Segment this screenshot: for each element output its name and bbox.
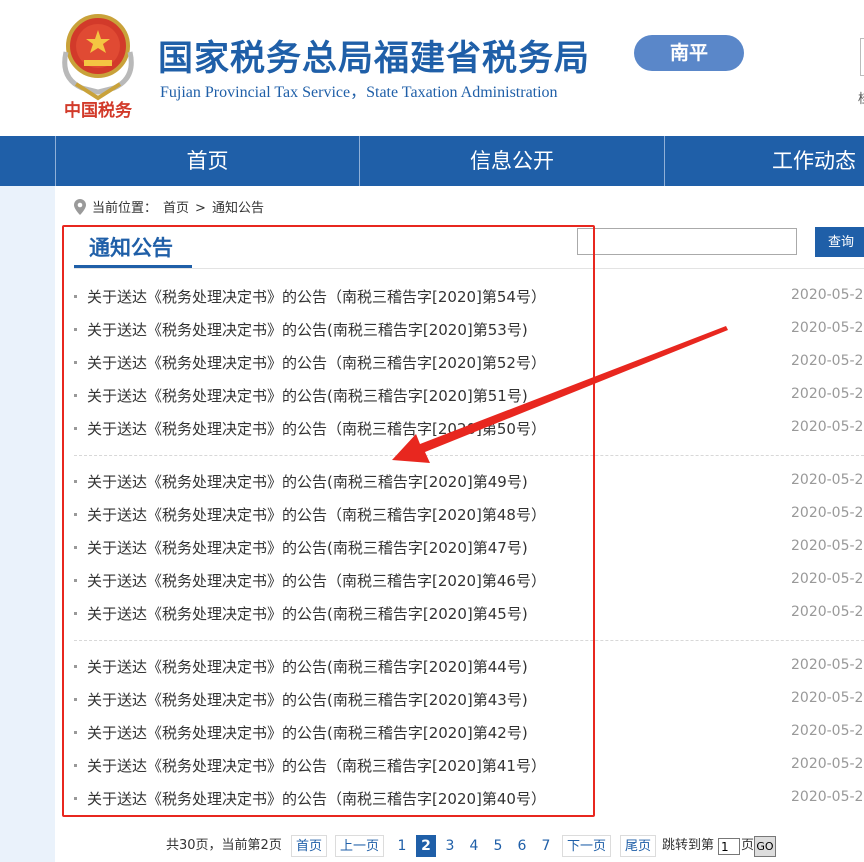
list-item-date: 2020-05-28 — [791, 320, 864, 336]
annotation-highlight-box — [62, 225, 595, 817]
nav-item-home[interactable]: 首页 — [56, 136, 359, 186]
pagination-current-page[interactable]: 2 — [416, 835, 436, 857]
page-jump-input[interactable] — [718, 838, 740, 855]
pagination-summary: 共30页，当前第2页 — [166, 838, 282, 853]
list-item-date: 2020-05-28 — [791, 419, 864, 435]
list-item-date: 2020-05-28 — [791, 657, 864, 673]
list-item-date: 2020-05-28 — [791, 723, 864, 739]
site-title[interactable]: 国家税务总局福建省税务局 — [158, 30, 590, 81]
annotation-arrow-icon — [392, 326, 728, 463]
location-pin-icon — [74, 199, 86, 215]
pagination-page-link[interactable]: 7 — [537, 835, 555, 857]
pagination-first-button[interactable]: 首页 — [291, 835, 328, 857]
nav-item-work-news[interactable]: 工作动态 — [665, 136, 864, 186]
pagination-next-button[interactable]: 下一页 — [562, 835, 612, 857]
page-jump-label: 跳转到第 — [662, 838, 715, 853]
left-side-background — [0, 186, 55, 862]
page-jump-suffix: 页 — [741, 838, 755, 853]
pagination: 共30页，当前第2页 首页 上一页 1234567 下一页 尾页 跳转到第 页 … — [0, 830, 864, 862]
nav-item-info-disclosure[interactable]: 信息公开 — [360, 136, 664, 186]
list-item-date: 2020-05-28 — [791, 287, 864, 303]
header-search-box[interactable] — [860, 38, 864, 76]
list-item-date: 2020-05-28 — [791, 789, 864, 805]
pagination-page-link[interactable]: 1 — [393, 835, 411, 857]
breadcrumb-prefix: 当前位置： — [92, 201, 158, 216]
pagination-page-link[interactable]: 4 — [465, 835, 483, 857]
breadcrumb-home-link[interactable]: 首页 — [163, 201, 189, 216]
breadcrumb-current: 通知公告 — [211, 201, 264, 216]
list-item-date: 2020-05-28 — [791, 538, 864, 554]
pagination-prev-button[interactable]: 上一页 — [335, 835, 385, 857]
list-item-date: 2020-05-28 — [791, 472, 864, 488]
pagination-page-link[interactable]: 6 — [513, 835, 531, 857]
city-badge[interactable]: 南平 — [634, 35, 744, 71]
list-item-date: 2020-05-28 — [791, 353, 864, 369]
breadcrumb-separator: > — [195, 201, 206, 216]
main-nav: 首页 信息公开 工作动态 — [0, 136, 864, 186]
site-subtitle: Fujian Provincial Tax Service，State Taxa… — [160, 84, 558, 101]
breadcrumb: 当前位置： 首页 > 通知公告 — [74, 197, 270, 217]
search-button[interactable]: 查询 — [815, 227, 864, 257]
list-item-date: 2020-05-28 — [791, 571, 864, 587]
pagination-page-link[interactable]: 3 — [441, 835, 459, 857]
list-item-date: 2020-05-28 — [791, 604, 864, 620]
list-item-date: 2020-05-28 — [791, 505, 864, 521]
list-item-date: 2020-05-28 — [791, 386, 864, 402]
page-jump-go-button[interactable]: GO — [754, 836, 776, 857]
pagination-last-button[interactable]: 尾页 — [620, 835, 657, 857]
list-item-date: 2020-05-28 — [791, 690, 864, 706]
list-item-date: 2020-05-28 — [791, 756, 864, 772]
header-right-text: 桂 — [858, 88, 864, 107]
emblem-caption: 中国税务 — [64, 100, 133, 120]
tax-emblem-icon[interactable]: 中国税务 — [52, 8, 144, 120]
search-input[interactable] — [577, 228, 797, 255]
pagination-page-link[interactable]: 5 — [489, 835, 507, 857]
site-header: 中国税务 国家税务总局福建省税务局 Fujian Provincial Tax … — [0, 0, 864, 136]
